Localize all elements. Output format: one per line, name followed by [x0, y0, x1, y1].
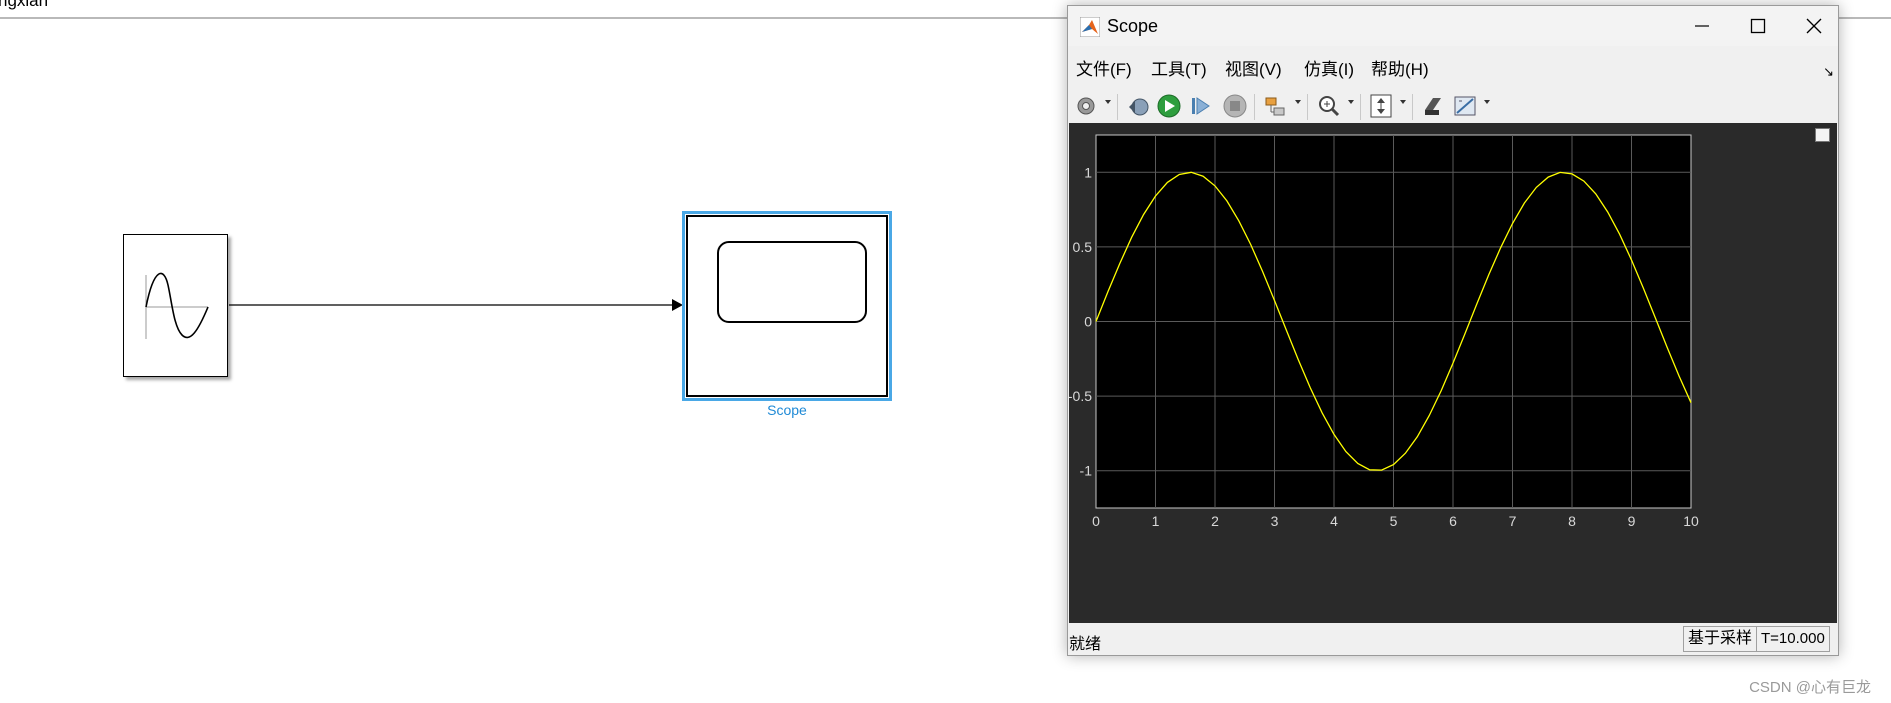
x-tick-label: 3 [1271, 513, 1279, 529]
y-tick-label: 0.5 [1073, 239, 1093, 255]
toolbar-separator [1307, 94, 1308, 120]
x-tick-label: 7 [1509, 513, 1517, 529]
x-tick-label: 9 [1628, 513, 1636, 529]
toolbar [1068, 86, 1838, 128]
maximize-button[interactable] [1730, 6, 1786, 46]
minimize-button[interactable] [1674, 6, 1730, 46]
x-tick-label: 2 [1211, 513, 1219, 529]
window-title: Scope [1107, 16, 1159, 36]
stop-icon[interactable] [1222, 92, 1248, 120]
sample-mode-indicator: 基于采样 [1683, 626, 1758, 652]
menu-simulation[interactable]: 仿真(I) [1304, 55, 1354, 80]
model-title: ngxian [0, 0, 49, 10]
gear-icon[interactable] [1074, 92, 1098, 120]
y-tick-label: -0.5 [1069, 388, 1092, 404]
x-tick-label: 1 [1152, 513, 1160, 529]
scale-axes-dropdown-icon[interactable] [1400, 100, 1406, 104]
menu-tools[interactable]: 工具(T) [1151, 55, 1207, 80]
scope-block[interactable] [682, 211, 892, 401]
undock-icon[interactable]: ↘ [1823, 64, 1834, 80]
step-forward-icon[interactable] [1188, 92, 1214, 120]
scale-axes-icon[interactable] [1368, 92, 1394, 120]
y-tick-label: 1 [1084, 164, 1092, 180]
scope-window: Scope 文件(F) 工具(T) 视图(V) 仿真(I) 帮助(H) ↘ 0 … [1067, 5, 1839, 656]
matlab-logo-icon [1080, 17, 1100, 37]
scope-screen-icon [717, 241, 867, 323]
y-tick-label: 0 [1084, 314, 1092, 330]
x-tick-label: 8 [1568, 513, 1576, 529]
sine-wave-block[interactable] [123, 234, 228, 377]
signal-line[interactable] [229, 295, 684, 315]
simulation-time: T=10.000 [1756, 626, 1830, 652]
close-icon [1806, 18, 1822, 34]
signal-selector-icon[interactable] [1263, 92, 1289, 120]
x-tick-label: 0 [1092, 513, 1100, 529]
toolbar-separator [1117, 94, 1118, 120]
menu-view[interactable]: 视图(V) [1225, 55, 1282, 80]
measurements-icon[interactable] [1452, 92, 1478, 120]
highlight-simulink-block-icon[interactable] [1420, 92, 1446, 120]
menu-file[interactable]: 文件(F) [1076, 55, 1132, 80]
run-icon[interactable] [1156, 92, 1182, 120]
scope-plot: 0 1 2 3 4 5 6 7 8 9 10 1 0.5 0 -0.5 -1 [1069, 134, 1699, 529]
scope-block-frame [686, 215, 888, 397]
measurements-dropdown-icon[interactable] [1484, 100, 1490, 104]
signal-selector-dropdown-icon[interactable] [1295, 100, 1301, 104]
settings-dropdown-icon[interactable] [1105, 100, 1111, 104]
sine-wave-icon [145, 272, 209, 339]
restore-axes-icon[interactable] [1815, 128, 1830, 142]
x-tick-label: 6 [1449, 513, 1457, 529]
scope-block-label[interactable]: Scope [682, 402, 892, 418]
close-button[interactable] [1786, 6, 1842, 46]
zoom-dropdown-icon[interactable] [1348, 100, 1354, 104]
status-text: 就绪 [1069, 636, 1102, 653]
watermark: CSDN @心有巨龙 [1749, 679, 1871, 696]
maximize-icon [1750, 18, 1766, 34]
zoom-icon[interactable] [1316, 92, 1342, 120]
toolbar-separator [1360, 94, 1361, 120]
status-bar: 就绪 基于采样 T=10.000 [1068, 623, 1838, 655]
x-tick-label: 4 [1330, 513, 1338, 529]
x-tick-label: 5 [1390, 513, 1398, 529]
title-bar[interactable]: Scope [1068, 6, 1838, 46]
toolbar-separator [1254, 94, 1255, 120]
step-back-icon[interactable] [1125, 92, 1151, 120]
x-tick-label: 10 [1683, 513, 1699, 529]
plot-area[interactable]: 0 1 2 3 4 5 6 7 8 9 10 1 0.5 0 -0.5 -1 [1069, 123, 1837, 623]
menu-bar: 文件(F) 工具(T) 视图(V) 仿真(I) 帮助(H) [1068, 51, 1838, 79]
y-tick-label: -1 [1080, 463, 1093, 479]
toolbar-separator [1412, 94, 1413, 120]
minimize-icon [1695, 25, 1709, 27]
menu-help[interactable]: 帮助(H) [1371, 55, 1429, 80]
